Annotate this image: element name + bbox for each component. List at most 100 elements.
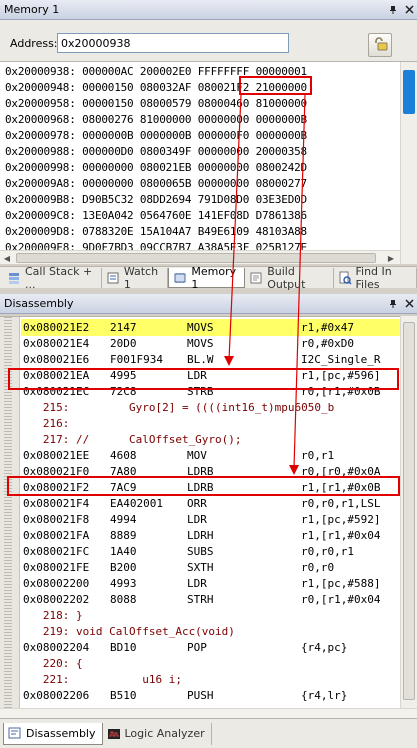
memory-row[interactable]: 0x200009D8: 0788320E 15A104A7 B49E6109 4… xyxy=(5,225,307,241)
memory-word[interactable]: 00000000 xyxy=(198,161,250,174)
memory-horizontal-scrollbar[interactable]: ◀ ▶ xyxy=(0,250,400,264)
scroll-right-icon[interactable]: ▶ xyxy=(384,251,398,265)
memory-word[interactable]: 0788320E xyxy=(82,225,134,238)
memory-vertical-scrollbar[interactable] xyxy=(400,62,417,264)
disassembly-source-row[interactable]: 221: u16 i; xyxy=(21,671,400,688)
disassembly-instruction-row[interactable]: 0x080021E4 20D0 MOVS r0,#0xD0 xyxy=(21,335,400,352)
memory-word[interactable]: 0000000B xyxy=(82,129,134,142)
disassembly-source-row[interactable]: 217: // CalOffset_Gyro(); xyxy=(21,431,400,448)
memory-word[interactable]: 48103A88 xyxy=(256,225,308,238)
memory-row[interactable]: 0x20000978: 0000000B 0000000B 000000F0 0… xyxy=(5,129,307,145)
tab-disassembly[interactable]: Disassembly xyxy=(3,722,103,745)
disassembly-instruction-row[interactable]: 0x08002204 BD10 POP {r4,pc} xyxy=(21,639,400,656)
memory-word[interactable]: 03E3ED0D xyxy=(256,193,308,206)
disassembly-instruction-row[interactable]: 0x08002202 8088 STRH r0,[r1,#0x04 xyxy=(21,591,400,608)
disassembly-instruction-row[interactable]: 0x08002200 4993 LDR r1,[pc,#588] xyxy=(21,575,400,592)
memory-word[interactable]: 20000358 xyxy=(256,145,308,158)
memory-word[interactable]: 0800065B xyxy=(140,177,192,190)
instruction-mnemonic: POP xyxy=(187,641,207,654)
pin-icon[interactable] xyxy=(385,2,401,18)
memory-word[interactable]: 0000000B xyxy=(256,129,308,142)
memory-word[interactable]: 00000150 xyxy=(82,81,134,94)
memory-word[interactable]: 81000000 xyxy=(256,97,308,110)
memory-word[interactable]: 08000277 xyxy=(256,177,308,190)
memory-word[interactable]: 00000000 xyxy=(198,177,250,190)
disassembly-instruction-row[interactable]: 0x08002206 B510 PUSH {r4,lr} xyxy=(21,687,400,704)
tab-memory-1[interactable]: Memory 1 xyxy=(168,265,246,291)
memory-word[interactable]: 00000000 xyxy=(82,177,134,190)
memory-word[interactable]: 15A104A7 xyxy=(140,225,192,238)
scroll-thumb[interactable] xyxy=(403,70,415,114)
tab-logic-analyzer[interactable]: Logic Analyzer xyxy=(103,722,212,745)
memory-word[interactable]: 200002E0 xyxy=(140,65,192,78)
memory-word[interactable]: 000000F0 xyxy=(198,129,250,142)
memory-word[interactable]: 81000000 xyxy=(140,113,192,126)
disassembly-instruction-row[interactable]: 0x080021FA 8889 LDRH r1,[r1,#0x04 xyxy=(21,527,400,544)
memory-word[interactable]: 00000000 xyxy=(82,161,134,174)
memory-word[interactable]: 080032AF xyxy=(140,81,192,94)
memory-word[interactable]: D90B5C32 xyxy=(82,193,134,206)
instruction-operands: r1,[r1,#0x04 xyxy=(301,529,381,542)
memory-row[interactable]: 0x20000958: 00000150 08000579 08000460 8… xyxy=(5,97,307,113)
pin-icon[interactable] xyxy=(385,296,401,312)
disassembly-source-row[interactable]: 218: } xyxy=(21,607,400,624)
disassembly-instruction-row[interactable]: 0x080021F4 EA402001 ORR r0,r0,r1,LSL xyxy=(21,495,400,512)
disassembly-instruction-row[interactable]: 0x080021FE B200 SXTH r0,r0 xyxy=(21,559,400,576)
lock-button[interactable] xyxy=(368,33,392,57)
memory-row[interactable]: 0x20000998: 00000000 080021EB 00000000 0… xyxy=(5,161,307,177)
memory-word[interactable]: 141EF08D xyxy=(198,209,250,222)
memory-word[interactable]: B49E6109 xyxy=(198,225,250,238)
memory-word[interactable]: 08000579 xyxy=(140,97,192,110)
disassembly-source-row[interactable]: 220: { xyxy=(21,655,400,672)
memory-word[interactable]: 0800242D xyxy=(256,161,308,174)
memory-content[interactable]: 0x20000938: 000000AC 200002E0 FFFFFFFF 0… xyxy=(0,62,417,264)
disassembly-horizontal-scrollbar[interactable] xyxy=(0,708,417,718)
scroll-thumb[interactable] xyxy=(16,253,376,263)
instruction-opcode: 1A40 xyxy=(110,545,137,558)
memory-word[interactable]: 080021EB xyxy=(140,161,192,174)
memory-word[interactable]: 791D08D0 xyxy=(198,193,250,206)
address-input[interactable] xyxy=(57,33,289,53)
scroll-left-icon[interactable]: ◀ xyxy=(0,251,14,265)
tab-find-in-files[interactable]: Find In Files xyxy=(334,265,417,291)
close-icon[interactable] xyxy=(401,2,417,18)
tab-call-stack[interactable]: Call Stack + ... xyxy=(3,265,102,291)
disassembly-instruction-row[interactable]: 0x080021FC 1A40 SUBS r0,r0,r1 xyxy=(21,543,400,560)
memory-word[interactable]: 00000000 xyxy=(198,145,250,158)
instruction-operands: r0,r0,r1,LSL xyxy=(301,497,381,510)
memory-window-title: Memory 1 xyxy=(4,3,60,16)
memory-word[interactable]: 0000000B xyxy=(140,129,192,142)
memory-row[interactable]: 0x200009A8: 00000000 0800065B 00000000 0… xyxy=(5,177,307,193)
disassembly-instruction-row[interactable]: 0x080021F8 4994 LDR r1,[pc,#592] xyxy=(21,511,400,528)
memory-word[interactable]: 0800349F xyxy=(140,145,192,158)
tab-build-output[interactable]: Build Output xyxy=(245,265,334,291)
disassembly-source-row[interactable]: 216: xyxy=(21,415,400,432)
annotation-box-source-line xyxy=(8,368,399,390)
memory-word[interactable]: 00000150 xyxy=(82,97,134,110)
memory-row[interactable]: 0x20000988: 000000D0 0800349F 00000000 2… xyxy=(5,145,307,161)
memory-row[interactable]: 0x200009B8: D90B5C32 08DD2694 791D08D0 0… xyxy=(5,193,307,209)
scroll-thumb[interactable] xyxy=(403,322,415,700)
memory-word[interactable]: 08000460 xyxy=(198,97,250,110)
memory-word[interactable]: 000000D0 xyxy=(82,145,134,158)
memory-word[interactable]: D7861386 xyxy=(256,209,308,222)
disassembly-vertical-scrollbar[interactable] xyxy=(400,316,417,708)
disassembly-source-row[interactable]: 219: void CalOffset_Acc(void) xyxy=(21,623,400,640)
disassembly-instruction-row[interactable]: 0x080021EE 4608 MOV r0,r1 xyxy=(21,447,400,464)
memory-row[interactable]: 0x20000968: 08000276 81000000 00000000 0… xyxy=(5,113,307,129)
memory-word[interactable]: 0564760E xyxy=(140,209,192,222)
disassembly-instruction-row[interactable]: 0x080021E6 F001F934 BL.W I2C_Single_R xyxy=(21,351,400,368)
disassembly-instruction-row[interactable]: 0x080021E2 2147 MOVS r1,#0x47 xyxy=(21,319,400,336)
tab-label: Find In Files xyxy=(355,265,392,291)
instruction-mnemonic: SUBS xyxy=(187,545,214,558)
memory-word[interactable]: 08DD2694 xyxy=(140,193,192,206)
memory-word[interactable]: 0000000B xyxy=(256,113,308,126)
memory-row[interactable]: 0x200009C8: 13E0A042 0564760E 141EF08D D… xyxy=(5,209,307,225)
memory-word[interactable]: 00000000 xyxy=(198,113,250,126)
memory-word[interactable]: 13E0A042 xyxy=(82,209,134,222)
disassembly-source-row[interactable]: 215: Gyro[2] = ((((int16_t)mpu6050_b xyxy=(21,399,400,416)
close-icon[interactable] xyxy=(401,296,417,312)
tab-watch-1[interactable]: Watch 1 xyxy=(102,265,169,291)
memory-word[interactable]: 08000276 xyxy=(82,113,134,126)
memory-word[interactable]: 000000AC xyxy=(82,65,134,78)
